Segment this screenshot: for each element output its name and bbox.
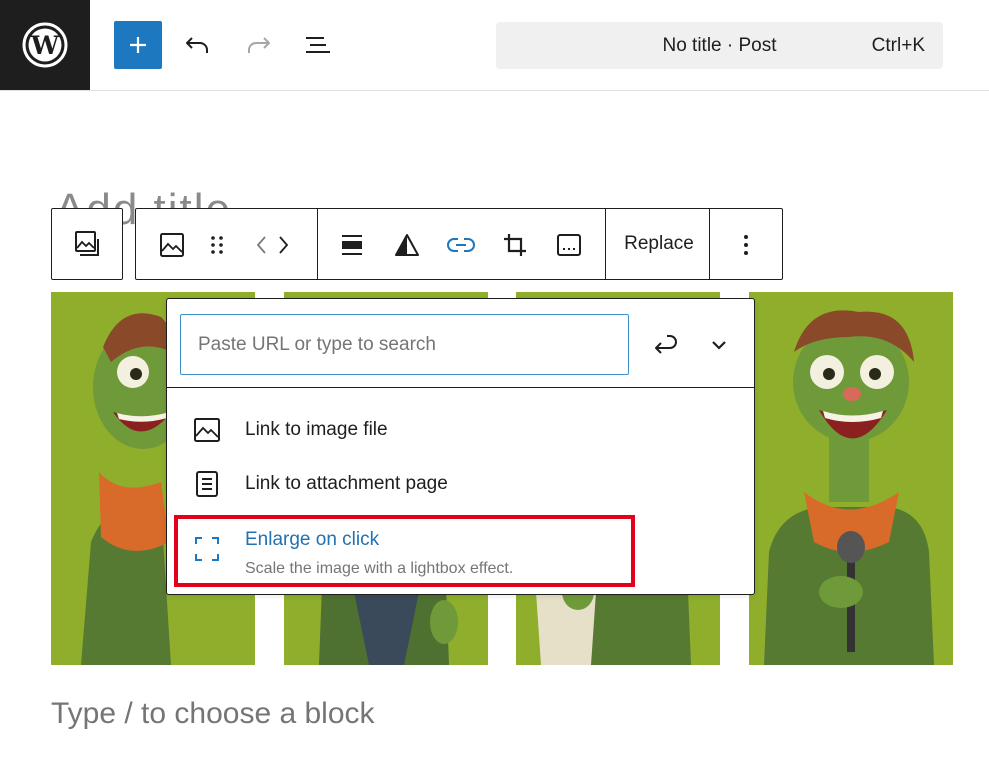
move-left-button[interactable]: [249, 227, 273, 263]
menu-item-label: Link to image file: [245, 419, 388, 440]
zombie-image: [749, 292, 953, 665]
image-icon: [193, 416, 221, 444]
chevron-right-icon: [279, 236, 289, 254]
list-view-icon: [306, 37, 330, 53]
more-vertical-icon: [744, 235, 748, 255]
page-icon: [193, 470, 221, 498]
replace-button[interactable]: Replace: [608, 209, 710, 279]
plus-icon: [130, 37, 146, 53]
popover-divider: [167, 387, 754, 388]
duotone-button[interactable]: [389, 227, 425, 263]
redo-button[interactable]: [238, 25, 278, 65]
menu-item-label: Link to attachment page: [245, 473, 448, 494]
chevron-down-icon: [712, 341, 726, 350]
image-icon: [160, 233, 184, 257]
redo-icon: [248, 37, 270, 53]
crop-icon: [504, 234, 526, 256]
align-button[interactable]: [334, 227, 370, 263]
drag-handle-icon: [211, 236, 223, 254]
link-icon: [447, 238, 475, 252]
url-search-input[interactable]: [180, 314, 629, 375]
undo-button[interactable]: [178, 25, 218, 65]
image-block-button[interactable]: [154, 227, 190, 263]
enlarge-on-click-option[interactable]: Enlarge on click Scale the image with a …: [179, 519, 739, 581]
command-palette-bar[interactable]: No title · Post Ctrl+K: [496, 22, 943, 69]
toolbar-separator: [709, 209, 710, 279]
enlarge-on-click-label: Enlarge on click: [245, 529, 380, 550]
drag-handle-button[interactable]: [199, 227, 235, 263]
wordpress-logo-button[interactable]: W: [0, 0, 90, 90]
link-to-attachment-page-option[interactable]: Link to attachment page: [179, 458, 739, 508]
wordpress-logo-icon: W: [22, 22, 68, 68]
link-popover: Link to image file Link to attachment pa…: [166, 298, 755, 595]
fullscreen-icon: [193, 535, 221, 563]
crop-button[interactable]: [497, 227, 533, 263]
duotone-icon: [395, 234, 419, 256]
keyboard-shortcut: Ctrl+K: [871, 34, 925, 56]
caption-button[interactable]: [551, 227, 587, 263]
toolbar-separator: [317, 209, 318, 279]
caption-icon: [557, 234, 581, 256]
link-to-image-file-option[interactable]: Link to image file: [179, 404, 739, 454]
block-options-button[interactable]: [728, 227, 764, 263]
chevron-left-icon: [256, 236, 266, 254]
enlarge-on-click-description: Scale the image with a lightbox effect.: [245, 560, 514, 577]
svg-text:W: W: [30, 31, 60, 60]
toolbar-separator: [605, 209, 606, 279]
block-toolbar: Replace: [135, 208, 783, 280]
gallery-image[interactable]: [749, 292, 953, 665]
move-right-button[interactable]: [272, 227, 296, 263]
align-wide-icon: [342, 235, 362, 255]
gallery-icon: [75, 231, 99, 256]
editor-header: W No title · Post Ctrl+K: [0, 0, 989, 91]
link-button[interactable]: [443, 227, 479, 263]
undo-icon: [186, 37, 208, 53]
link-settings-toggle[interactable]: [699, 325, 739, 365]
document-overview-button[interactable]: [298, 25, 338, 65]
select-parent-gallery-button[interactable]: [51, 208, 123, 280]
add-block-button[interactable]: [114, 21, 162, 69]
enter-icon: [655, 335, 677, 354]
submit-link-button[interactable]: [645, 325, 685, 365]
default-block-appender[interactable]: Type / to choose a block: [51, 697, 375, 731]
